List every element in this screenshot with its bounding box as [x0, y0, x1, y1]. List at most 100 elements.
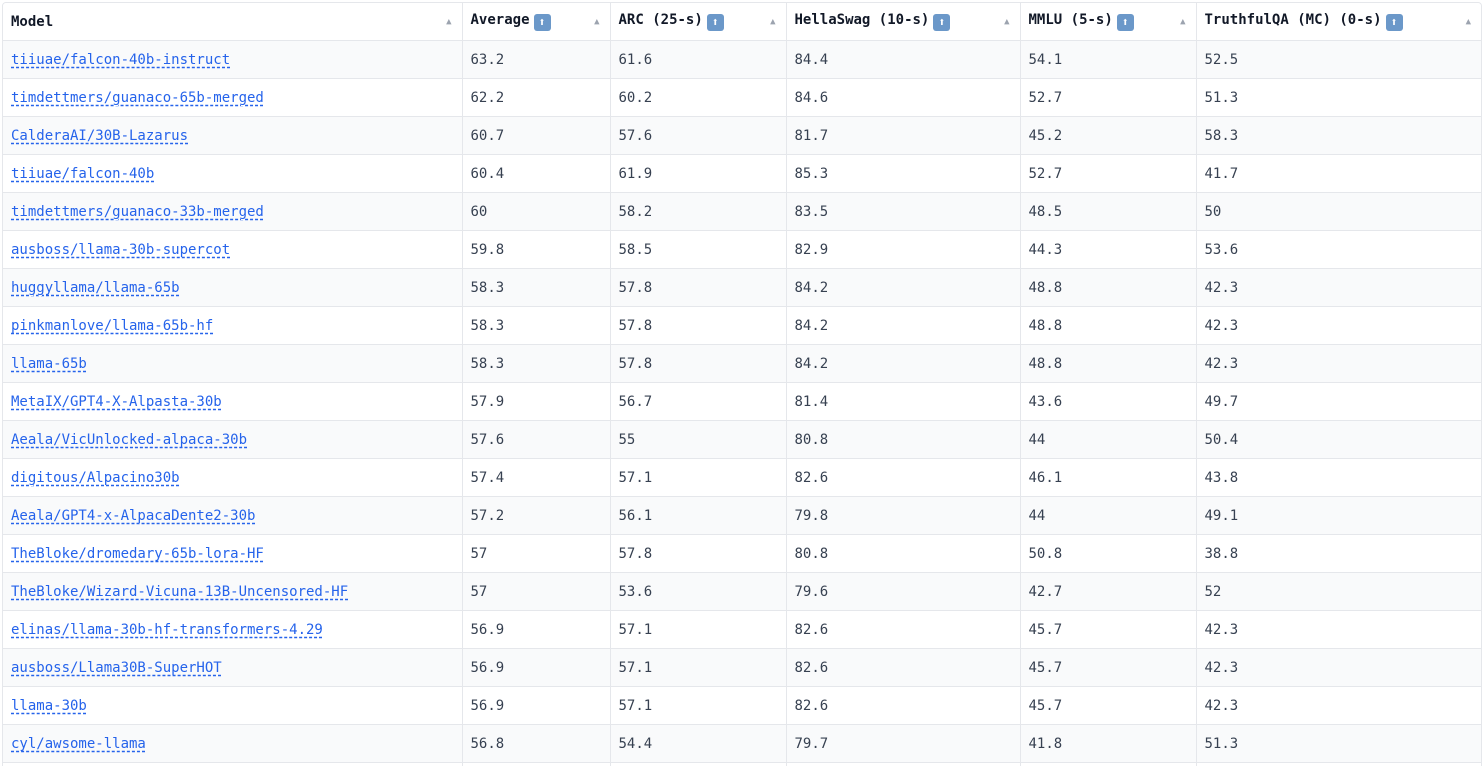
sort-ascending-icon[interactable]: ▲: [1180, 17, 1185, 27]
model-cell: TheBloke/Wizard-Vicuna-13B-Uncensored-HF: [3, 573, 462, 611]
score-cell: 57.6: [462, 421, 610, 459]
score-cell: 57.8: [610, 269, 786, 307]
model-link[interactable]: tiiuae/falcon-40b: [11, 166, 154, 182]
sort-ascending-icon[interactable]: ▲: [1004, 17, 1009, 27]
sort-ascending-icon[interactable]: ▲: [1466, 17, 1471, 27]
score-cell: 46.1: [1020, 459, 1196, 497]
model-cell: timdettmers/guanaco-65b-merged: [3, 79, 462, 117]
sort-ascending-icon[interactable]: ▲: [770, 17, 775, 27]
score-cell: 61.6: [610, 41, 786, 79]
score-cell: 56.1: [610, 497, 786, 535]
score-cell: 60.2: [610, 79, 786, 117]
score-cell: 42.3: [1196, 649, 1481, 687]
table-row: cyl/awsome-llama56.854.479.741.851.3: [3, 725, 1481, 763]
table-row: tiiuae/falcon-40b-instruct63.261.684.454…: [3, 41, 1481, 79]
score-cell: 42.3: [1196, 611, 1481, 649]
model-link[interactable]: CalderaAI/30B-Lazarus: [11, 128, 188, 144]
model-link[interactable]: Aeala/VicUnlocked-alpaca-30b: [11, 432, 247, 448]
score-cell: 58.3: [462, 269, 610, 307]
table-row: timdettmers/guanaco-65b-merged62.260.284…: [3, 79, 1481, 117]
model-link[interactable]: tiiuae/falcon-40b-instruct: [11, 52, 230, 68]
score-cell: 59.8: [462, 231, 610, 269]
column-header-truthfulqa-mc-0-s[interactable]: TruthfulQA (MC) (0-s)⬆▲: [1196, 3, 1481, 41]
model-link[interactable]: ausboss/Llama30B-SuperHOT: [11, 660, 222, 676]
score-cell: 60.4: [462, 155, 610, 193]
score-cell: 57.9: [462, 383, 610, 421]
table-row: ausboss/llama-30b-supercot59.858.582.944…: [3, 231, 1481, 269]
score-cell: 42.3: [1196, 269, 1481, 307]
score-cell: 82.6: [786, 611, 1020, 649]
score-cell: [1196, 763, 1481, 766]
model-link[interactable]: llama-65b: [11, 356, 87, 372]
score-cell: [1020, 763, 1196, 766]
score-cell: 80.8: [786, 421, 1020, 459]
model-link[interactable]: llama-30b: [11, 698, 87, 714]
model-cell: tiiuae/falcon-40b-instruct: [3, 41, 462, 79]
model-link[interactable]: timdettmers/guanaco-33b-merged: [11, 204, 264, 220]
model-cell: ausboss/Llama30B-SuperHOT: [3, 649, 462, 687]
score-cell: 41.8: [1020, 725, 1196, 763]
column-header-hellaswag-10-s[interactable]: HellaSwag (10-s)⬆▲: [786, 3, 1020, 41]
model-link[interactable]: digitous/Alpacino30b: [11, 470, 180, 486]
score-cell: 54.1: [1020, 41, 1196, 79]
score-cell: 48.5: [1020, 193, 1196, 231]
table-row: TheBloke/dromedary-65b-lora-HF5757.880.8…: [3, 535, 1481, 573]
table-row: timdettmers/guanaco-33b-merged6058.283.5…: [3, 193, 1481, 231]
score-cell: 53.6: [1196, 231, 1481, 269]
score-cell: 49.1: [1196, 497, 1481, 535]
model-link[interactable]: timdettmers/guanaco-65b-merged: [11, 90, 264, 106]
score-cell: 41.7: [1196, 155, 1481, 193]
table-row: tiiuae/falcon-40b60.461.985.352.741.7: [3, 155, 1481, 193]
score-cell: 50.8: [1020, 535, 1196, 573]
column-header-mmlu-5-s[interactable]: MMLU (5-s)⬆▲: [1020, 3, 1196, 41]
column-header-arc-25-s[interactable]: ARC (25-s)⬆▲: [610, 3, 786, 41]
model-link[interactable]: Aeala/GPT4-x-AlpacaDente2-30b: [11, 508, 255, 524]
table-row: ausboss/Llama30B-SuperHOT56.957.182.645.…: [3, 649, 1481, 687]
score-cell: 82.6: [786, 687, 1020, 725]
leaderboard-table-container[interactable]: Model▲Average⬆▲ARC (25-s)⬆▲HellaSwag (10…: [2, 2, 1482, 766]
model-cell: llama-30b: [3, 687, 462, 725]
score-cell: 57.8: [610, 307, 786, 345]
model-link[interactable]: ausboss/llama-30b-supercot: [11, 242, 230, 258]
model-link[interactable]: pinkmanlove/llama-65b-hf: [11, 318, 213, 334]
model-link[interactable]: TheBloke/dromedary-65b-lora-HF: [11, 546, 264, 562]
column-header-model[interactable]: Model▲: [3, 3, 462, 41]
score-cell: 58.3: [1196, 117, 1481, 155]
score-cell: 42.3: [1196, 687, 1481, 725]
model-link[interactable]: MetaIX/GPT4-X-Alpasta-30b: [11, 394, 222, 410]
table-row: CalderaAI/30B-Lazarus60.757.681.745.258.…: [3, 117, 1481, 155]
score-cell: 57.6: [610, 117, 786, 155]
score-cell: 56.9: [462, 611, 610, 649]
score-cell: [462, 763, 610, 766]
score-cell: 56.7: [610, 383, 786, 421]
sort-ascending-icon[interactable]: ▲: [594, 17, 599, 27]
column-header-label: MMLU (5-s): [1029, 12, 1113, 28]
column-header-average[interactable]: Average⬆▲: [462, 3, 610, 41]
score-cell: 44: [1020, 421, 1196, 459]
score-cell: 52.5: [1196, 41, 1481, 79]
model-link[interactable]: TheBloke/Wizard-Vicuna-13B-Uncensored-HF: [11, 584, 348, 600]
sort-ascending-icon[interactable]: ▲: [446, 17, 451, 27]
score-cell: 60: [462, 193, 610, 231]
score-cell: 84.2: [786, 269, 1020, 307]
table-row: MetaIX/GPT4-X-Alpasta-30b57.956.781.443.…: [3, 383, 1481, 421]
score-cell: 57.1: [610, 611, 786, 649]
model-link[interactable]: huggyllama/llama-65b: [11, 280, 180, 296]
score-cell: 54.4: [610, 725, 786, 763]
score-cell: 58.3: [462, 345, 610, 383]
score-cell: 56.9: [462, 687, 610, 725]
table-row: Aeala/GPT4-x-AlpacaDente2-30b57.256.179.…: [3, 497, 1481, 535]
score-cell: 52: [1196, 573, 1481, 611]
score-cell: 56.8: [462, 725, 610, 763]
model-cell: elinas/llama-30b-hf-transformers-4.29: [3, 611, 462, 649]
score-cell: 58.3: [462, 307, 610, 345]
score-cell: 84.2: [786, 345, 1020, 383]
column-header-label: Average: [471, 12, 530, 28]
score-cell: 81.7: [786, 117, 1020, 155]
score-cell: 45.7: [1020, 611, 1196, 649]
score-cell: 57: [462, 535, 610, 573]
table-row: llama-65b58.357.884.248.842.3: [3, 345, 1481, 383]
model-link[interactable]: cyl/awsome-llama: [11, 736, 146, 752]
model-link[interactable]: elinas/llama-30b-hf-transformers-4.29: [11, 622, 323, 638]
score-cell: 84.4: [786, 41, 1020, 79]
